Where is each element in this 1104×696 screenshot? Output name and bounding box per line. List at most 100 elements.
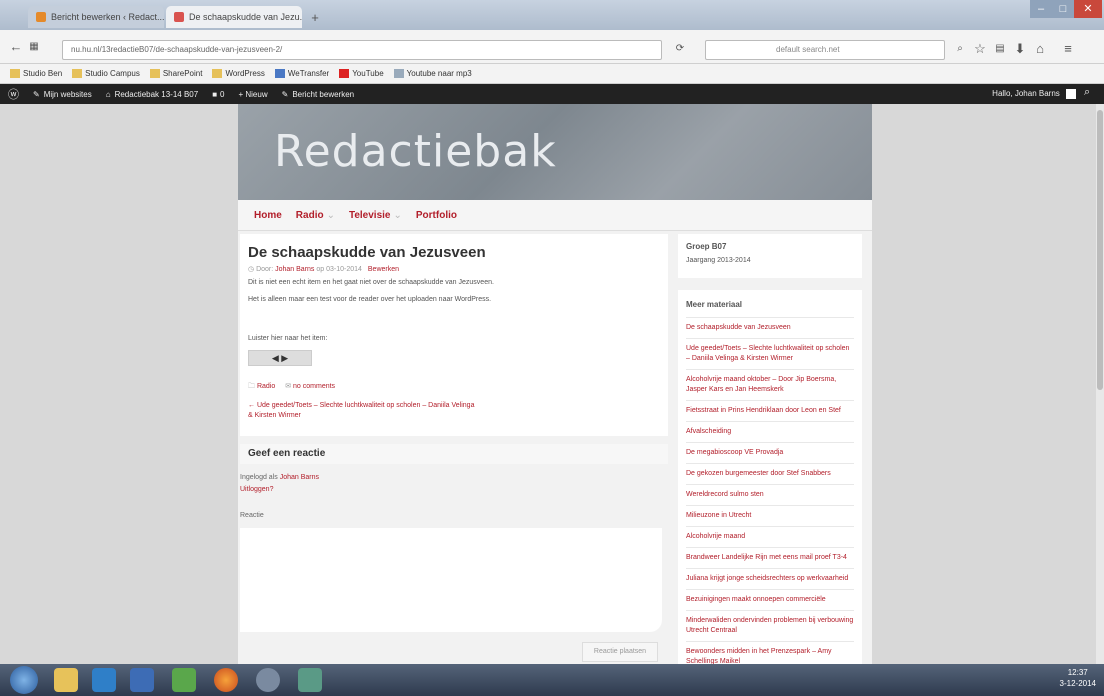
menu-item-radio[interactable]: Radio ⌄ (296, 210, 335, 221)
comment-icon: ✉ (285, 383, 292, 390)
post-paragraph: Het is alleen maar een test voor de read… (248, 296, 492, 303)
clock-icon: ◷ (248, 266, 255, 273)
tab-label: Bericht bewerken ‹ Redact... (51, 12, 164, 22)
previous-post-link[interactable]: ← Ude geedet/Toets – Slechte luchtkwalit… (248, 401, 478, 421)
start-button-icon[interactable] (10, 666, 38, 694)
wordpress-logo-icon[interactable]: ⓦ (8, 86, 19, 102)
list-item[interactable]: Bezuinigingen maakt onnoepen commerciële (686, 590, 854, 611)
system-clock[interactable]: 12:37 3-12-2014 (1060, 667, 1096, 689)
close-button[interactable]: ✕ (1074, 0, 1102, 18)
reading-list-icon[interactable]: ▤ (992, 41, 1008, 57)
comments-menu[interactable]: ■ 0 (212, 90, 224, 99)
bookmark-star-icon[interactable]: ☆ (972, 41, 988, 57)
list-item[interactable]: Minderwaliden ondervinden problemen bij … (686, 611, 854, 642)
bookmark-item[interactable]: SharePoint (149, 69, 202, 78)
search-input[interactable]: default search.net (705, 40, 945, 60)
post-article: De schaapskudde van Jezusveen ◷ Door: Jo… (240, 234, 668, 436)
back-icon[interactable]: ← (8, 39, 24, 55)
clock-time: 12:37 (1067, 668, 1088, 677)
folder-icon: 🗀 (248, 383, 255, 390)
chevron-down-icon: ⌄ (393, 209, 402, 221)
category-link[interactable]: Radio (257, 383, 275, 390)
list-item[interactable]: Alcoholvrije maand oktober – Door Jip Bo… (686, 370, 854, 401)
list-item[interactable]: De gekozen burgemeester door Stef Snabbe… (686, 464, 854, 485)
url-input[interactable]: nu.hu.nl/13redactieB07/de-schaapskudde-v… (62, 40, 662, 60)
submit-comment-button[interactable]: Reactie plaatsen (582, 642, 658, 662)
reload-icon[interactable]: ⟳ (672, 41, 688, 57)
download-icon[interactable]: ⬇ (1012, 41, 1028, 57)
list-item[interactable]: Alcoholvrije maand (686, 527, 854, 548)
audio-player[interactable]: ◀ ▶ (248, 350, 312, 366)
bookmark-item[interactable]: Studio Ben (10, 69, 62, 78)
wp-admin-bar: ⓦ ✎ Mijn websites ⌂ Redactiebak 13-14 B07 … (0, 84, 1104, 104)
media-player-icon[interactable] (256, 668, 280, 692)
list-item[interactable]: Fietsstraat in Prins Hendriklaan door Le… (686, 401, 854, 422)
list-item[interactable]: Ude geedet/Toets – Slechte luchtkwalitei… (686, 339, 854, 370)
photoshop-icon[interactable] (172, 668, 196, 692)
logout-link[interactable]: Uitloggen? (240, 486, 273, 493)
menu-item-portfolio[interactable]: Portfolio (416, 210, 457, 221)
folder-icon (212, 69, 223, 78)
chevron-down-icon: ⌄ (326, 209, 335, 221)
explorer-icon[interactable] (54, 668, 78, 692)
site-title[interactable]: Redactiebak (274, 126, 557, 177)
comments-link[interactable]: no comments (293, 383, 335, 390)
post-paragraph: Dit is niet een echt item en het gaat ni… (248, 279, 494, 286)
search-icon[interactable]: ⌕ (952, 41, 968, 57)
bookmarks-bar: Studio Ben Studio Campus SharePoint Word… (0, 64, 1104, 84)
menu-item-home[interactable]: Home (254, 210, 282, 221)
folder-icon (72, 69, 83, 78)
tab-post-view[interactable]: De schaapskudde van Jezu... ✕ (166, 6, 302, 28)
author-link[interactable]: Johan Barns (275, 266, 314, 273)
comment-textarea[interactable] (240, 528, 662, 632)
bookmark-item[interactable]: Studio Campus (72, 69, 140, 78)
bookmark-item[interactable]: YouTube (339, 69, 384, 78)
account-menu[interactable]: Hallo, Johan Barns (992, 84, 1076, 104)
new-tab-button[interactable]: + (306, 10, 324, 26)
list-item[interactable]: De schaapskudde van Jezusveen (686, 318, 854, 339)
wetransfer-icon (274, 69, 285, 78)
list-item[interactable]: Afvalscheiding (686, 422, 854, 443)
my-sites-menu[interactable]: ✎ Mijn websites (33, 90, 92, 99)
widget-title: Meer materiaal (686, 296, 854, 318)
word-icon[interactable] (130, 668, 154, 692)
list-item[interactable]: Milieuzone in Utrecht (686, 506, 854, 527)
bookmark-item[interactable]: WeTransfer (274, 69, 329, 78)
comment-icon: ■ (212, 89, 218, 99)
paint-icon[interactable] (298, 668, 322, 692)
admin-search-icon[interactable]: ⌕ (1084, 86, 1090, 99)
widget-text: Jaargang 2013-2014 (686, 257, 751, 264)
edit-link[interactable]: Bewerken (368, 266, 399, 273)
menu-icon[interactable]: ≡ (1060, 41, 1076, 57)
new-content-menu[interactable]: + Nieuw (238, 90, 267, 99)
user-link[interactable]: Johan Barns (280, 474, 319, 481)
list-item[interactable]: Brandweer Landelijke Rijn met eens mail … (686, 548, 854, 569)
home-icon[interactable]: ⌂ (1032, 41, 1048, 57)
wordpress-favicon-icon (36, 12, 46, 22)
bookmark-item[interactable]: Youtube naar mp3 (393, 69, 472, 78)
logged-in-line: Ingelogd als Johan Barns (240, 474, 320, 481)
firefox-icon[interactable] (214, 668, 238, 692)
tab-edit-post[interactable]: Bericht bewerken ‹ Redact... ✕ (28, 6, 164, 28)
list-item[interactable]: De megabioscoop VE Provadja (686, 443, 854, 464)
history-icon[interactable]: ▦ (26, 39, 42, 55)
scrollbar-thumb[interactable] (1097, 110, 1103, 390)
site-favicon-icon (174, 12, 184, 22)
pencil-icon: ✎ (281, 89, 289, 99)
reply-heading: Geef een reactie (240, 444, 668, 464)
bookmark-item[interactable]: WordPress (212, 69, 265, 78)
minimize-button[interactable]: – (1030, 0, 1052, 18)
maximize-button[interactable]: □ (1052, 0, 1074, 18)
widget-title: Groep B07 (686, 242, 727, 251)
list-item[interactable]: Juliana krijgt jonge scheidsrechters op … (686, 569, 854, 590)
edit-post-menu[interactable]: ✎ Bericht bewerken (282, 90, 355, 99)
folder-icon (10, 69, 20, 78)
tab-label: De schaapskudde van Jezu... (189, 12, 302, 22)
site-name-menu[interactable]: ⌂ Redactiebak 13-14 B07 (106, 90, 198, 99)
more-material-widget: Meer materiaal De schaapskudde van Jezus… (678, 290, 862, 670)
menu-item-televisie[interactable]: Televisie ⌄ (349, 210, 402, 221)
pin-icon: ✎ (33, 89, 40, 99)
outlook-icon[interactable] (92, 668, 116, 692)
list-item[interactable]: Wereldrecord sulmo sten (686, 485, 854, 506)
home-icon: ⌂ (105, 89, 111, 99)
